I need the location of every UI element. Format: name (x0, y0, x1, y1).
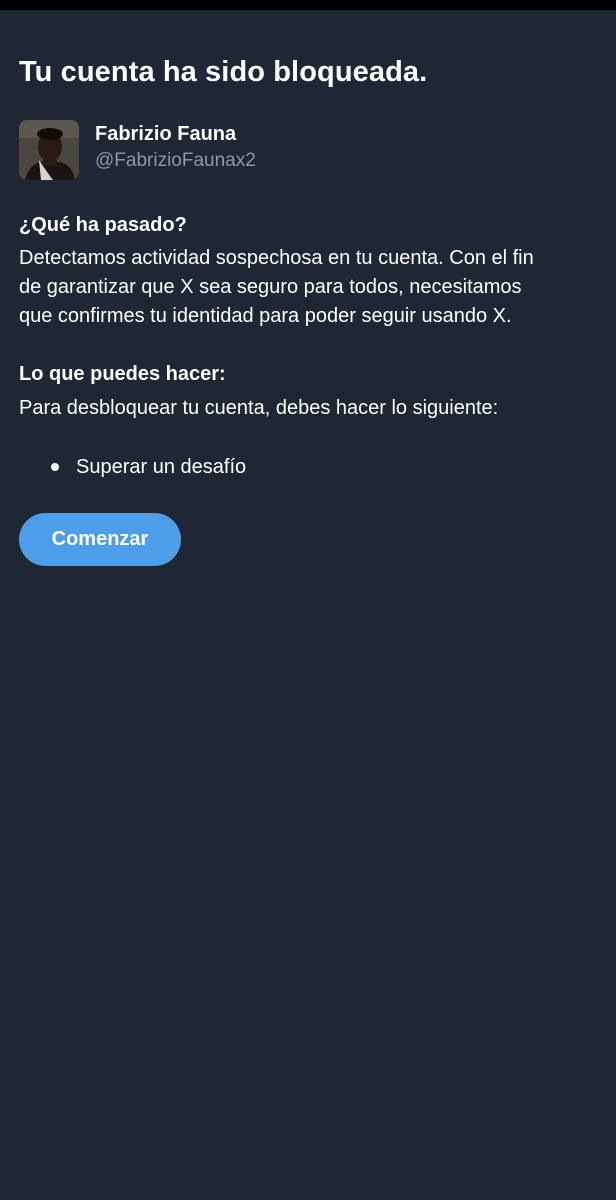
profile-photo-icon (19, 120, 79, 180)
steps-list: Superar un desafío (19, 453, 246, 481)
page-title: Tu cuenta ha sido bloqueada. (19, 56, 428, 88)
list-item: Superar un desafío (19, 453, 246, 481)
what-you-can-do-text: Para desbloquear tu cuenta, debes hacer … (19, 397, 499, 419)
start-button[interactable]: Comenzar (19, 513, 181, 566)
account-profile: Fabrizio Fauna @FabrizioFaunax2 (19, 120, 419, 182)
what-you-can-do-heading: Lo que puedes hacer: (19, 363, 226, 385)
profile-name: Fabrizio Fauna (95, 123, 237, 145)
avatar (19, 120, 79, 180)
step-label: Superar un desafío (76, 456, 247, 478)
what-happened-heading: ¿Qué ha pasado? (19, 214, 187, 236)
what-happened-text: Detectamos actividad sospechosa en tu cu… (19, 244, 603, 331)
paragraph-line: que confirmes tu identidad para poder se… (19, 305, 512, 327)
profile-handle: @FabrizioFaunax2 (95, 150, 256, 171)
paragraph-line: Detectamos actividad sospechosa en tu cu… (19, 247, 534, 269)
locked-account-panel: Tu cuenta ha sido bloqueada. Fabrizio Fa… (19, 52, 599, 566)
paragraph-line: de garantizar que X sea seguro para todo… (19, 276, 522, 298)
bullet-icon (51, 463, 59, 471)
status-bar (0, 0, 616, 10)
